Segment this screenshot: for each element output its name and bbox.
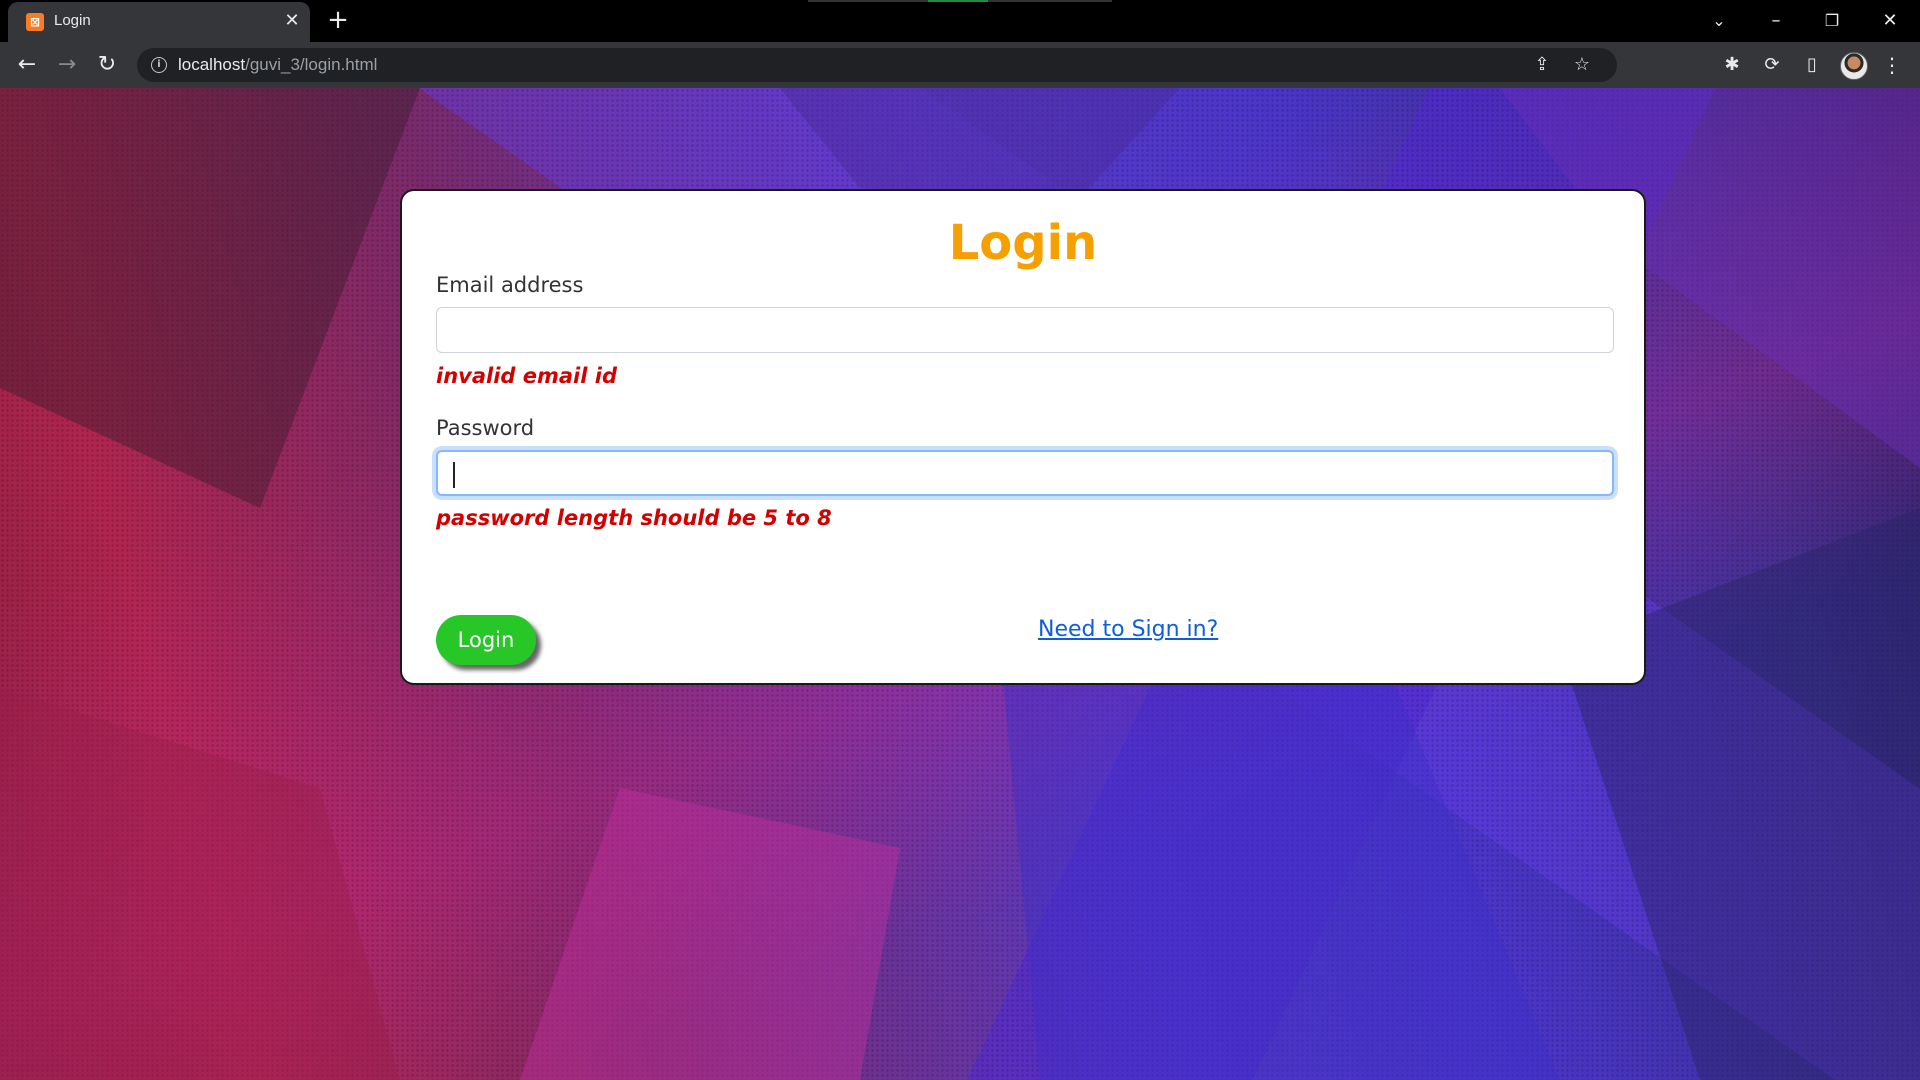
puzzle-icon[interactable]: ✱ <box>1719 52 1745 78</box>
page-background: Login Email address invalid email id Pas… <box>0 88 1920 1080</box>
share-icon[interactable]: ⇪ <box>1529 52 1555 78</box>
password-field[interactable] <box>436 450 1614 496</box>
url-text[interactable]: localhost/guvi_3/login.html <box>178 55 377 75</box>
password-label: Password <box>436 416 535 440</box>
browser-toolbar: ← → ↻ i localhost/guvi_3/login.html ⇪ ☆ … <box>0 42 1920 88</box>
forward-arrow-icon[interactable]: → <box>53 51 81 79</box>
xampp-icon: ⊠ <box>26 13 44 31</box>
restore-icon[interactable]: ❐ <box>1812 6 1852 36</box>
side-panel-icon[interactable]: ▯ <box>1799 52 1825 78</box>
back-arrow-icon[interactable]: ← <box>13 51 41 79</box>
minimize-icon[interactable]: – <box>1756 6 1796 36</box>
window-close-icon[interactable]: ✕ <box>1870 6 1910 36</box>
email-error: invalid email id <box>436 364 617 388</box>
page-title: Login <box>948 215 1098 271</box>
email-field[interactable] <box>436 307 1614 353</box>
reload-icon[interactable]: ↻ <box>93 51 121 79</box>
star-icon[interactable]: ☆ <box>1569 52 1595 78</box>
avatar[interactable] <box>1840 52 1868 80</box>
login-button[interactable]: Login <box>436 615 536 665</box>
address-bar[interactable]: i localhost/guvi_3/login.html ⇪ ☆ <box>137 48 1617 82</box>
tab-title: Login <box>54 12 91 29</box>
login-card: Login Email address invalid email id Pas… <box>400 189 1646 685</box>
email-label: Email address <box>436 273 584 297</box>
plus-icon[interactable]: + <box>326 7 350 33</box>
text-caret <box>453 462 455 488</box>
tab-strip: ⊠ Login ✕ + ⌄ – ❐ ✕ <box>0 0 1920 42</box>
extension-icon[interactable]: ⟳ <box>1759 52 1785 78</box>
info-icon[interactable]: i <box>151 57 167 73</box>
close-icon[interactable]: ✕ <box>282 11 302 31</box>
browser-tab-login[interactable]: ⊠ Login ✕ <box>8 2 310 42</box>
url-path: /guvi_3/login.html <box>245 55 378 74</box>
kebab-menu-icon[interactable]: ⋮ <box>1879 52 1905 78</box>
chevron-down-icon[interactable]: ⌄ <box>1699 6 1739 36</box>
tab-strip-indicator <box>808 0 1112 2</box>
signin-link[interactable]: Need to Sign in? <box>1038 616 1218 644</box>
password-error: password length should be 5 to 8 <box>436 506 832 530</box>
url-host: localhost <box>178 55 246 74</box>
